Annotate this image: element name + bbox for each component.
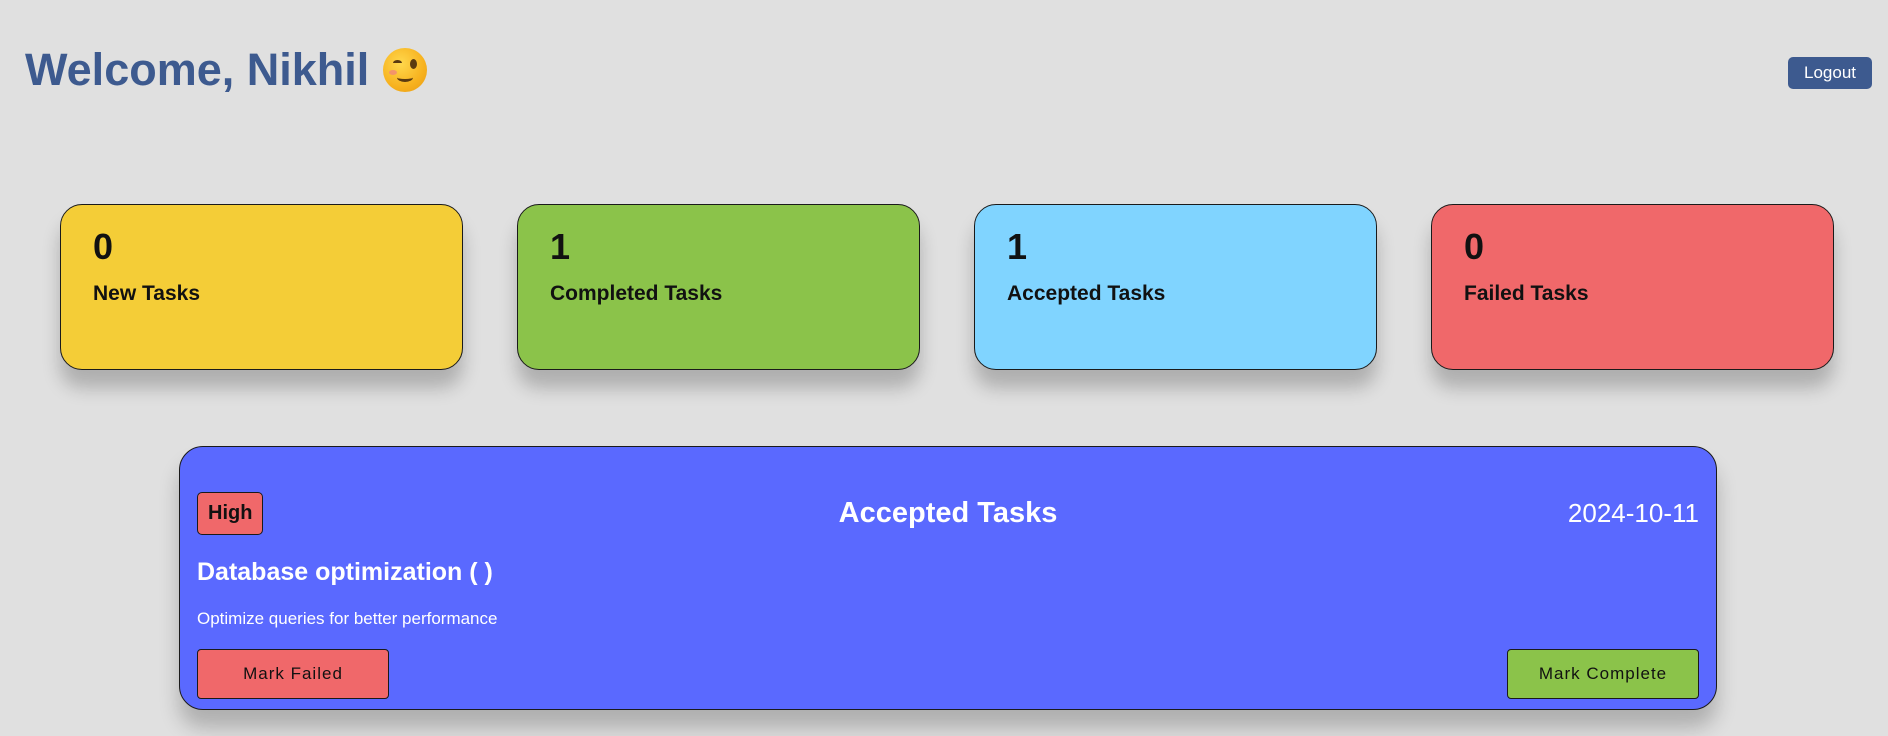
stat-card-failed-tasks: 0 Failed Tasks	[1431, 204, 1834, 370]
stat-card-completed-tasks: 1 Completed Tasks	[517, 204, 920, 370]
task-date: 2024-10-11	[1567, 497, 1699, 528]
winking-face-icon	[383, 48, 428, 92]
stat-count: 1	[1007, 226, 1028, 267]
task-title: Database optimization ( )	[197, 558, 493, 586]
stat-count: 1	[550, 226, 571, 267]
stat-label: New Tasks	[93, 282, 200, 306]
welcome-heading: Welcome, Nikhil	[25, 44, 428, 96]
task-status-heading: Accepted Tasks	[838, 496, 1058, 529]
stat-card-new-tasks: 0 New Tasks	[60, 204, 463, 370]
logout-button[interactable]: Logout	[1788, 57, 1872, 89]
priority-badge: High	[197, 491, 264, 535]
task-card: High Accepted Tasks 2024-10-11 Database …	[179, 446, 1717, 710]
stat-label: Completed Tasks	[550, 282, 723, 306]
task-description: Optimize queries for better performance	[197, 609, 498, 628]
mark-failed-button[interactable]: Mark Failed	[197, 649, 389, 699]
header: Welcome, Nikhil Logout	[25, 44, 1872, 96]
task-card-header: High Accepted Tasks 2024-10-11	[197, 490, 1699, 536]
dashboard-page: Welcome, Nikhil Logout 0 New Tasks 1 Com…	[0, 0, 1888, 736]
stat-label: Accepted Tasks	[1007, 282, 1166, 306]
stat-card-accepted-tasks: 1 Accepted Tasks	[974, 204, 1377, 370]
stat-count: 0	[1464, 226, 1485, 267]
task-actions: Mark Failed Mark Complete	[197, 649, 1699, 699]
stats-cards: 0 New Tasks 1 Completed Tasks 1 Accepted…	[60, 204, 1834, 370]
stat-label: Failed Tasks	[1464, 282, 1589, 306]
welcome-text: Welcome, Nikhil	[25, 44, 370, 95]
mark-complete-button[interactable]: Mark Complete	[1507, 649, 1699, 699]
stat-count: 0	[93, 226, 114, 267]
